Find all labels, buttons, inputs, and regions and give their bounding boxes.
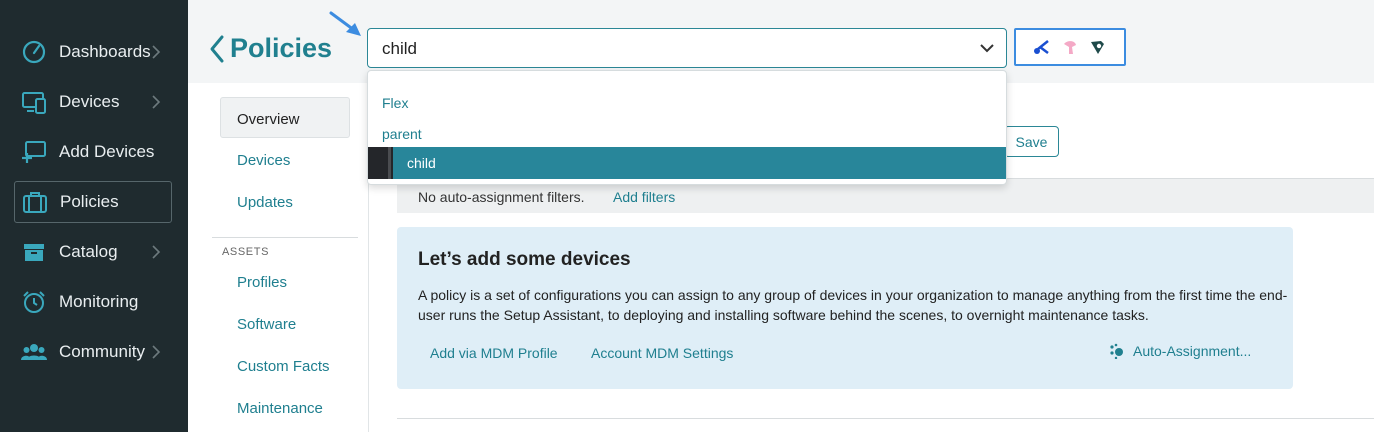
sidebar-item-label: Devices: [59, 92, 120, 111]
devices-icon: [21, 89, 47, 115]
chevron-down-icon: [980, 44, 994, 53]
filter-status-text: No auto-assignment filters.: [418, 189, 585, 205]
account-mdm-settings-link[interactable]: Account MDM Settings: [591, 345, 733, 361]
sidebar-item-label: Policies: [60, 192, 119, 211]
sidebar-item-label: Add Devices: [59, 142, 155, 161]
back-chevron-icon[interactable]: [208, 34, 226, 64]
selection-marker: [368, 147, 393, 179]
sidebar-item-dashboards[interactable]: Dashboards: [14, 31, 172, 73]
pink-tool-icon[interactable]: [1061, 38, 1079, 56]
card-title: Let’s add some devices: [418, 249, 631, 270]
chevron-right-icon: [152, 95, 161, 109]
subnav-overview[interactable]: Overview: [220, 97, 350, 138]
briefcase-icon: [22, 189, 48, 215]
sidebar-item-policies[interactable]: Policies: [14, 181, 172, 223]
policy-subnav: Overview Devices Updates ASSETS Profiles…: [188, 83, 369, 432]
add-device-icon: [21, 139, 47, 165]
subnav-divider: [212, 237, 358, 238]
policy-select-menu: Flex parent child: [367, 70, 1007, 185]
subnav-maintenance[interactable]: Maintenance: [237, 400, 323, 417]
option-label: child: [407, 155, 436, 171]
sidebar: Dashboards Devices Add Devices Policies …: [0, 0, 188, 432]
sidebar-item-catalog[interactable]: Catalog: [14, 231, 172, 273]
sidebar-item-label: Dashboards: [59, 42, 151, 61]
auto-assignment-label: Auto-Assignment...: [1133, 343, 1252, 359]
empty-state-card: Let’s add some devices A policy is a set…: [397, 227, 1293, 389]
select-option-child[interactable]: child: [368, 147, 1006, 179]
card-description: A policy is a set of configurations you …: [418, 287, 1288, 323]
scissors-icon[interactable]: [1033, 38, 1051, 56]
add-filters-link[interactable]: Add filters: [613, 189, 675, 205]
auto-assignment-link[interactable]: Auto-Assignment...: [1109, 343, 1251, 359]
subnav-software[interactable]: Software: [237, 316, 296, 333]
subnav-updates[interactable]: Updates: [237, 194, 293, 211]
chevron-right-icon: [152, 245, 161, 259]
add-via-mdm-profile-link[interactable]: Add via MDM Profile: [430, 345, 558, 361]
alarm-clock-icon: [21, 289, 47, 315]
people-icon: [21, 339, 47, 365]
sidebar-item-monitoring[interactable]: Monitoring: [14, 281, 172, 323]
chevron-right-icon: [152, 345, 161, 359]
box-icon: [21, 239, 47, 265]
policy-select-value: child: [382, 39, 417, 58]
subnav-section-assets: ASSETS: [222, 246, 270, 258]
auto-assign-icon: [1110, 343, 1123, 359]
section-divider: [397, 418, 1374, 419]
gauge-icon: [21, 39, 47, 65]
sidebar-item-label: Monitoring: [59, 292, 139, 311]
sidebar-item-add-devices[interactable]: Add Devices: [14, 131, 172, 173]
select-option-flex[interactable]: Flex: [368, 87, 1006, 117]
subnav-profiles[interactable]: Profiles: [237, 274, 287, 291]
pointer-arrow-icon: [329, 11, 361, 36]
sidebar-item-devices[interactable]: Devices: [14, 81, 172, 123]
policy-select[interactable]: child: [367, 28, 1007, 68]
subnav-devices[interactable]: Devices: [237, 152, 290, 169]
page-title: Policies: [230, 33, 333, 63]
extension-toolbar: [1014, 28, 1126, 66]
brush-icon[interactable]: [1089, 38, 1107, 56]
option-label: parent: [382, 126, 422, 142]
sidebar-item-label: Catalog: [59, 242, 118, 261]
save-button[interactable]: Save: [1004, 126, 1059, 157]
chevron-right-icon: [152, 45, 161, 59]
select-option-parent[interactable]: parent: [368, 118, 1006, 148]
sidebar-item-label: Community: [59, 342, 145, 361]
option-label: Flex: [382, 95, 409, 111]
subnav-custom-facts[interactable]: Custom Facts: [237, 358, 330, 375]
sidebar-item-community[interactable]: Community: [14, 331, 172, 373]
